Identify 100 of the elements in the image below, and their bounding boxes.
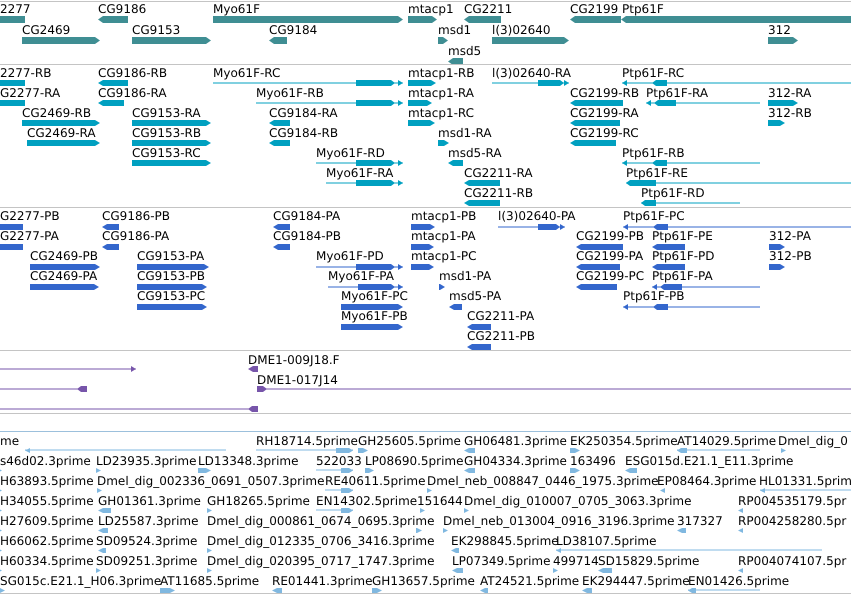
feature-label: RP004535179.5pr bbox=[738, 494, 846, 508]
feature-glyph[interactable] bbox=[341, 324, 403, 330]
feature-glyph[interactable] bbox=[492, 37, 569, 44]
feature-glyph[interactable] bbox=[132, 37, 211, 44]
feature-glyph[interactable] bbox=[30, 264, 100, 270]
feature-glyph[interactable] bbox=[570, 120, 620, 126]
feature-label: CG2199-RA bbox=[570, 106, 639, 120]
feature-label: 163496 bbox=[570, 454, 616, 468]
feature-label: LP08690.5prime bbox=[365, 454, 464, 468]
feature-glyph[interactable] bbox=[411, 244, 434, 250]
feature-glyph[interactable] bbox=[213, 80, 403, 86]
feature-glyph[interactable] bbox=[622, 80, 851, 86]
feature-glyph[interactable] bbox=[22, 37, 100, 44]
feature-glyph[interactable] bbox=[646, 100, 760, 106]
feature-label: CG2199 bbox=[570, 2, 618, 16]
feature-glyph[interactable] bbox=[408, 16, 437, 23]
feature-glyph[interactable] bbox=[411, 224, 435, 230]
feature-label: AT24521.5prime bbox=[480, 574, 580, 588]
feature-label: Ptp61F-PD bbox=[652, 249, 715, 263]
feature-glyph[interactable] bbox=[652, 284, 760, 290]
feature-label: 312-RA bbox=[768, 86, 812, 100]
feature-glyph[interactable] bbox=[98, 16, 128, 23]
feature-glyph[interactable] bbox=[622, 160, 760, 166]
feature-label: Ptp61F-RB bbox=[622, 146, 685, 160]
feature-label: CG9186 bbox=[98, 2, 146, 16]
feature-glyph[interactable] bbox=[27, 140, 100, 146]
feature-glyph[interactable] bbox=[570, 16, 621, 23]
feature-glyph[interactable] bbox=[132, 160, 211, 166]
feature-glyph[interactable] bbox=[22, 120, 100, 126]
feature-glyph[interactable] bbox=[256, 100, 403, 106]
feature-glyph[interactable] bbox=[98, 80, 128, 86]
feature-label: CG9153-PC bbox=[137, 289, 206, 303]
feature-glyph[interactable] bbox=[137, 284, 207, 290]
feature-label: 312-RB bbox=[768, 106, 812, 120]
feature-glyph[interactable] bbox=[641, 200, 740, 206]
feature-glyph[interactable] bbox=[269, 140, 290, 146]
feature-glyph[interactable] bbox=[411, 264, 434, 270]
feature-glyph[interactable] bbox=[449, 304, 462, 310]
feature-glyph[interactable] bbox=[269, 120, 290, 126]
feature-glyph[interactable] bbox=[448, 160, 463, 166]
feature-glyph[interactable] bbox=[341, 304, 403, 310]
feature-glyph[interactable] bbox=[498, 224, 565, 230]
feature-glyph[interactable] bbox=[464, 16, 501, 23]
feature-glyph[interactable] bbox=[570, 100, 623, 106]
feature-label: DME1-017J14 bbox=[257, 373, 338, 387]
feature-glyph[interactable] bbox=[576, 264, 620, 270]
feature-glyph[interactable] bbox=[570, 140, 616, 146]
feature-label: CG9153-PB bbox=[137, 269, 206, 283]
feature-glyph[interactable] bbox=[102, 224, 119, 230]
feature-glyph[interactable] bbox=[448, 58, 463, 64]
feature-glyph[interactable] bbox=[467, 344, 491, 350]
feature-glyph[interactable] bbox=[132, 120, 211, 126]
feature-glyph[interactable] bbox=[269, 37, 287, 44]
feature-glyph[interactable] bbox=[769, 244, 785, 250]
feature-glyph[interactable] bbox=[769, 264, 785, 270]
feature-glyph[interactable] bbox=[316, 264, 403, 270]
feature-label: CG2469-RA bbox=[27, 126, 96, 140]
feature-glyph[interactable] bbox=[328, 284, 403, 290]
feature-glyph[interactable] bbox=[137, 304, 207, 310]
feature-glyph[interactable] bbox=[408, 100, 432, 106]
feature-glyph[interactable] bbox=[132, 140, 211, 146]
feature-glyph[interactable] bbox=[408, 120, 435, 126]
feature-glyph[interactable] bbox=[326, 180, 403, 186]
feature-glyph[interactable] bbox=[408, 80, 436, 86]
feature-glyph[interactable] bbox=[102, 244, 119, 250]
feature-glyph[interactable] bbox=[248, 366, 258, 372]
feature-glyph[interactable] bbox=[0, 386, 87, 392]
feature-glyph[interactable] bbox=[464, 200, 500, 206]
feature-glyph[interactable] bbox=[768, 37, 798, 44]
feature-glyph[interactable] bbox=[467, 324, 491, 330]
feature-label: s46d02.3prime bbox=[0, 454, 91, 468]
feature-glyph[interactable] bbox=[439, 284, 445, 290]
feature-glyph[interactable] bbox=[438, 140, 449, 146]
feature-glyph[interactable] bbox=[768, 120, 785, 126]
feature-glyph[interactable] bbox=[137, 264, 209, 270]
feature-glyph[interactable] bbox=[576, 244, 623, 250]
feature-glyph[interactable] bbox=[623, 304, 760, 310]
feature-glyph[interactable] bbox=[576, 284, 617, 290]
feature-glyph[interactable] bbox=[768, 100, 798, 106]
feature-label: LD13348.3prime bbox=[198, 454, 299, 468]
feature-glyph[interactable] bbox=[464, 180, 500, 186]
feature-glyph[interactable] bbox=[0, 406, 258, 412]
feature-glyph[interactable] bbox=[273, 224, 290, 230]
feature-glyph[interactable] bbox=[30, 284, 99, 290]
feature-glyph[interactable] bbox=[626, 180, 851, 186]
feature-glyph[interactable] bbox=[98, 100, 124, 106]
feature-glyph[interactable] bbox=[0, 366, 136, 372]
feature-label: GH01361.3prime bbox=[98, 494, 201, 508]
feature-glyph[interactable] bbox=[273, 244, 290, 250]
feature-glyph[interactable] bbox=[492, 80, 569, 86]
feature-glyph[interactable] bbox=[316, 160, 403, 166]
feature-label: 312 bbox=[768, 23, 791, 37]
feature-label: 312-PB bbox=[769, 249, 812, 263]
feature-glyph[interactable] bbox=[623, 224, 851, 230]
feature-label: Dmel_dig_0 bbox=[778, 434, 848, 448]
feature-glyph[interactable] bbox=[652, 244, 685, 250]
feature-label: l(3)02640 bbox=[492, 23, 551, 37]
feature-glyph[interactable] bbox=[438, 37, 448, 44]
feature-glyph[interactable] bbox=[257, 386, 851, 392]
feature-glyph[interactable] bbox=[652, 264, 685, 270]
